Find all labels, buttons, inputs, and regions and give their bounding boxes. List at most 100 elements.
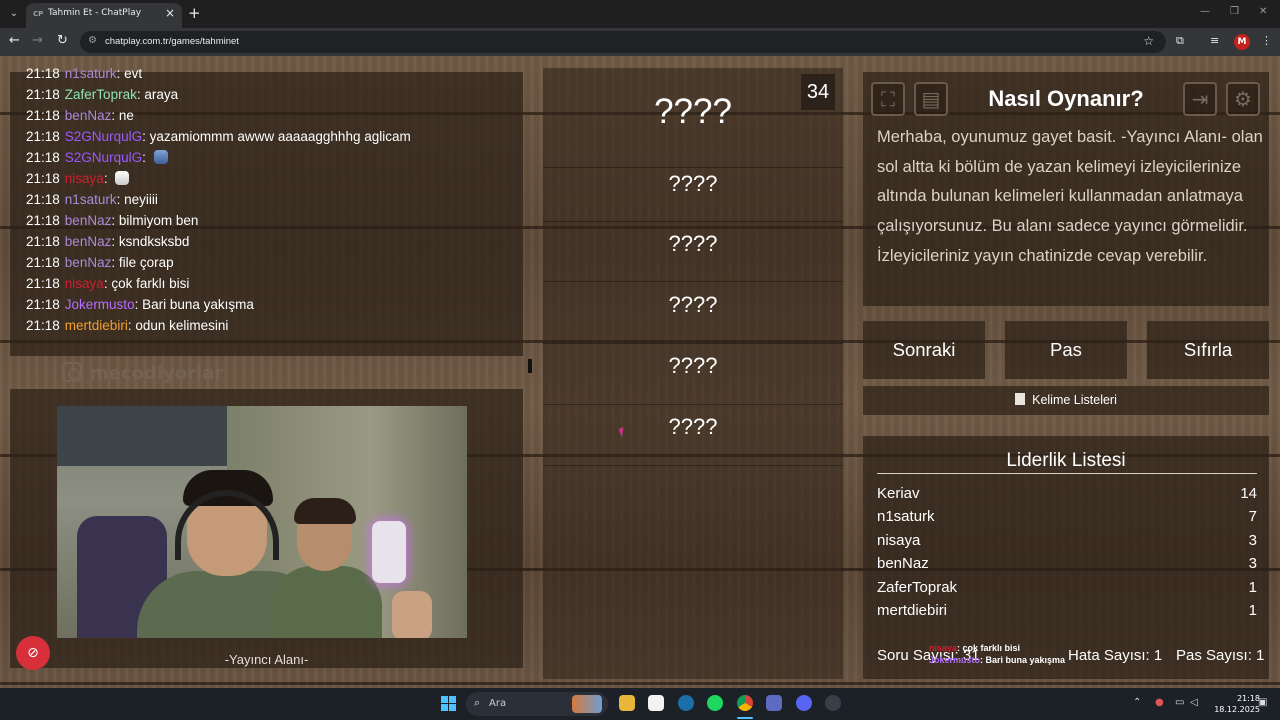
store-icon[interactable] <box>648 695 664 711</box>
chat-timestamp: 21:18 <box>26 255 60 270</box>
minimize-icon[interactable]: — <box>1200 6 1210 17</box>
discord-icon[interactable] <box>796 695 812 711</box>
watermark-text: mecodiyorlar <box>90 363 224 384</box>
leaderboard-score: 14 <box>1240 485 1257 502</box>
chat-message: 21:18 nisaya: <box>26 171 130 186</box>
chat-separator: : <box>134 297 143 312</box>
browser-toolbar: ← → ↻ ⚙ chatplay.com.tr/games/tahminet ☆… <box>0 28 1280 56</box>
notification-icon[interactable]: ▣ <box>1258 697 1267 708</box>
browser-tab[interactable]: CP Tahmin Et - ChatPlay × <box>26 3 182 28</box>
forward-icon[interactable]: → <box>32 33 43 48</box>
address-bar[interactable]: ⚙ chatplay.com.tr/games/tahminet ☆ <box>80 31 1166 53</box>
chat-text: Bari buna yakışma <box>142 297 254 312</box>
chat-username[interactable]: benNaz <box>65 108 112 123</box>
steam-icon[interactable] <box>678 695 694 711</box>
leaderboard-score: 3 <box>1248 555 1257 572</box>
chrome-icon[interactable] <box>737 695 753 711</box>
chat-username[interactable]: benNaz <box>65 213 112 228</box>
active-app-indicator <box>737 717 753 719</box>
word-divider <box>543 167 843 168</box>
chat-timestamp: 21:18 <box>26 234 60 249</box>
pass-button[interactable]: Pas <box>1005 321 1127 379</box>
menu-icon[interactable]: ⋮ <box>1261 34 1272 47</box>
tab-list-icon[interactable]: ⌄ <box>6 6 22 22</box>
overlay-chat-user: Jokermusto <box>929 655 981 665</box>
file-explorer-icon[interactable] <box>619 695 635 711</box>
chat-username[interactable]: benNaz <box>65 255 112 270</box>
logout-icon[interactable]: ⇥ <box>1183 82 1217 116</box>
list-icon <box>1015 393 1026 405</box>
search-icon: ⌕ <box>474 696 481 709</box>
taskbar-clock[interactable]: 21:18 18.12.2025 <box>1200 693 1260 715</box>
star-icon[interactable]: ☆ <box>1143 34 1154 48</box>
how-to-play-panel: ⛶ ▤ Nasıl Oynanır? ⇥ ⚙ Merhaba, oyunumuz… <box>863 72 1269 306</box>
chat-text: evt <box>124 66 143 81</box>
chat-username[interactable]: nisaya <box>65 171 104 186</box>
word-lists-label: Kelime Listeleri <box>1032 393 1117 407</box>
leaderboard-name: benNaz <box>877 555 929 572</box>
restore-icon[interactable]: ❐ <box>1230 6 1239 17</box>
chat-message: 21:18 nisaya: çok farklı bisi <box>26 276 189 291</box>
chat-text: file çorap <box>118 255 174 270</box>
chat-message: 21:18 S2GNurqulG: yazamiommm awww aaaaagg… <box>26 129 411 144</box>
chat-username[interactable]: Jokermusto <box>65 297 135 312</box>
chat-separator: : <box>111 108 119 123</box>
windows-start-icon[interactable] <box>441 696 456 711</box>
taskbar-search[interactable]: ⌕ Ara <box>466 692 608 716</box>
chat-username[interactable]: mertdiebiri <box>65 318 128 333</box>
chat-username[interactable]: ZaferToprak <box>65 87 137 102</box>
overlay-chat-line: nisaya: çok farklı bisi <box>929 642 1065 654</box>
emote-icon <box>115 171 130 185</box>
close-icon[interactable]: × <box>165 6 175 20</box>
microphone-tray-icon[interactable]: ● <box>1155 697 1164 708</box>
settings-app-icon[interactable] <box>766 695 782 711</box>
streamer-area: -Yayıncı Alanı- <box>10 389 523 668</box>
chat-text: yazamiommm awww aaaaagghhhg aglicam <box>149 129 411 144</box>
webcam-shelf <box>57 406 232 466</box>
secret-word: ???? <box>654 92 732 131</box>
chat-scrollbar[interactable] <box>528 359 532 373</box>
taboo-word: ???? <box>668 353 718 378</box>
obs-icon[interactable] <box>825 695 841 711</box>
plus-icon[interactable]: + <box>188 4 201 22</box>
chat-message: 21:18 benNaz: file çorap <box>26 255 174 270</box>
chat-text: çok farklı bisi <box>111 276 190 291</box>
volume-icon[interactable]: ◁ <box>1190 697 1198 708</box>
window-close-icon[interactable]: ✕ <box>1259 6 1267 17</box>
next-button[interactable]: Sonraki <box>863 321 985 379</box>
network-icon[interactable]: ▭ <box>1175 697 1184 708</box>
chat-message: 21:18 Jokermusto: Bari buna yakışma <box>26 297 254 312</box>
chat-username[interactable]: S2GNurqulG <box>65 150 142 165</box>
overlay-chat-text: : Bari buna yakışma <box>980 655 1066 665</box>
chat-timestamp: 21:18 <box>26 192 60 207</box>
word-divider <box>543 221 843 222</box>
pass-count: Pas Sayısı: 1 <box>1176 647 1265 664</box>
profile-avatar[interactable]: M <box>1234 34 1250 50</box>
media-icon[interactable]: ≡ <box>1210 34 1219 47</box>
chat-username[interactable]: benNaz <box>65 234 112 249</box>
word-lists-button[interactable]: Kelime Listeleri <box>863 386 1269 415</box>
microphone-icon <box>372 521 406 583</box>
tab-title: Tahmin Et - ChatPlay <box>48 8 142 18</box>
chat-username[interactable]: n1saturk <box>65 192 117 207</box>
spotify-icon[interactable] <box>707 695 723 711</box>
url-text[interactable]: chatplay.com.tr/games/tahminet <box>105 36 239 47</box>
chat-username[interactable]: n1saturk <box>65 66 117 81</box>
reload-icon[interactable]: ↻ <box>57 33 68 48</box>
chat-timestamp: 21:18 <box>26 171 60 186</box>
leaderboard-score: 1 <box>1248 602 1257 619</box>
extensions-icon[interactable]: ⧉ <box>1176 34 1184 48</box>
record-stop-icon[interactable]: ⊘ <box>16 636 50 670</box>
streamer-area-label: -Yayıncı Alanı- <box>224 652 309 667</box>
back-icon[interactable]: ← <box>9 33 20 48</box>
chat-username[interactable]: S2GNurqulG <box>65 129 142 144</box>
word-divider <box>543 343 843 344</box>
chat-timestamp: 21:18 <box>26 150 60 165</box>
site-info-icon[interactable]: ⚙ <box>88 35 97 46</box>
taboo-word: ???? <box>668 231 718 256</box>
reset-button[interactable]: Sıfırla <box>1147 321 1269 379</box>
gear-icon[interactable]: ⚙ <box>1226 82 1260 116</box>
webcam-child-body <box>272 566 382 638</box>
chat-username[interactable]: nisaya <box>65 276 104 291</box>
chevron-up-icon[interactable]: ⌃ <box>1133 697 1141 708</box>
